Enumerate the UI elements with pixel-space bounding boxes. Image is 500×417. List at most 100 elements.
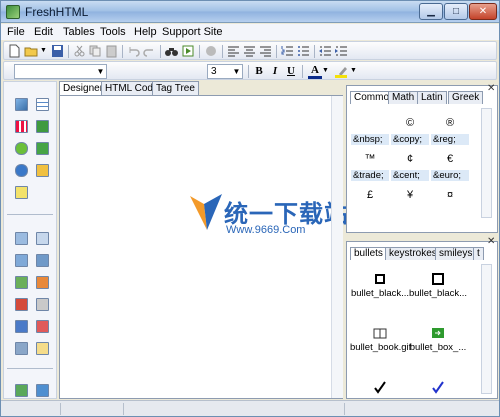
image-item[interactable]: bullet_box_... (408, 326, 468, 353)
form-textarea-icon[interactable] (36, 232, 49, 245)
save-icon[interactable] (50, 44, 65, 58)
form-listbox-icon[interactable] (36, 254, 49, 267)
insert-media-icon[interactable] (36, 384, 49, 397)
insert-image-icon[interactable] (15, 98, 28, 111)
insert-anchor-icon[interactable] (36, 142, 49, 155)
form-file-icon[interactable] (15, 342, 28, 355)
image-item[interactable]: bullet_black... (408, 272, 468, 299)
preview-icon[interactable] (181, 44, 196, 58)
paste-icon[interactable] (104, 44, 119, 58)
entity-cell[interactable]: &nbsp; (351, 112, 389, 145)
form-textbox-icon[interactable] (15, 232, 28, 245)
entity-cell[interactable]: ¤ (431, 184, 469, 206)
insert-table-icon[interactable] (36, 98, 49, 111)
menu-file[interactable]: File (7, 26, 25, 38)
close-panel-icon[interactable]: ✕ (487, 236, 495, 247)
title-bar[interactable]: FreshHTML ▁ □ ✕ (1, 1, 499, 23)
outdent-icon[interactable] (318, 44, 333, 58)
align-center-icon[interactable] (242, 44, 257, 58)
bullet-black-square-icon (373, 272, 387, 286)
entity-cell[interactable]: £ (351, 184, 389, 206)
image-item-label: bullet_book.gif (350, 342, 412, 353)
tab-greek[interactable]: Greek (448, 91, 484, 104)
entity-cell[interactable]: © &copy; (391, 112, 429, 145)
align-right-icon[interactable] (258, 44, 273, 58)
menu-edit[interactable]: Edit (34, 26, 53, 38)
menu-support-site[interactable]: Support Site (162, 26, 223, 38)
bullet-list-icon[interactable] (296, 44, 311, 58)
underline-icon[interactable]: U (284, 64, 298, 78)
find-icon[interactable] (164, 44, 179, 58)
insert-flash-icon[interactable] (15, 384, 28, 397)
tab-bullets[interactable]: bullets (350, 247, 387, 260)
form-hidden-icon[interactable] (36, 298, 49, 311)
entity-cell[interactable]: ™ &trade; (351, 148, 389, 181)
insert-link-icon[interactable] (15, 142, 28, 155)
form-image-button-icon[interactable] (15, 320, 28, 333)
menu-help[interactable]: Help (134, 26, 157, 38)
entity-cell[interactable]: ¥ (391, 184, 429, 206)
form-button-icon[interactable] (15, 298, 28, 311)
spellcheck-icon[interactable] (204, 44, 219, 58)
image-item[interactable] (350, 380, 410, 396)
minimize-button[interactable]: ▁ (419, 3, 443, 20)
status-bar (1, 400, 499, 416)
copy-icon[interactable] (88, 44, 103, 58)
numbered-list-icon[interactable] (280, 44, 295, 58)
indent-icon[interactable] (334, 44, 349, 58)
tab-smileys[interactable]: smileys (435, 247, 477, 260)
form-checkbox-icon[interactable] (15, 276, 28, 289)
bold-icon[interactable]: B (252, 64, 266, 78)
menu-tools[interactable]: Tools (100, 26, 126, 38)
panel-separator (7, 214, 53, 215)
open-dropdown-icon[interactable]: ▼ (40, 44, 48, 58)
insert-comment-icon[interactable] (36, 164, 49, 177)
toolbar-separator (160, 45, 161, 58)
cut-icon[interactable] (72, 44, 87, 58)
images-scrollbar[interactable] (481, 264, 492, 394)
undo-icon[interactable] (126, 44, 141, 58)
toolbar-separator (199, 45, 200, 58)
tab-designer[interactable]: Designer (59, 81, 108, 96)
close-panel-icon[interactable]: ✕ (487, 83, 495, 94)
entity-cell[interactable]: € &euro; (431, 148, 469, 181)
align-left-icon[interactable] (226, 44, 241, 58)
tab-tag-tree[interactable]: Tag Tree (152, 81, 199, 95)
menu-tables[interactable]: Tables (63, 26, 95, 38)
entities-scrollbar[interactable] (481, 108, 492, 218)
new-document-icon[interactable] (7, 44, 22, 58)
highlight-dropdown-icon[interactable]: ▼ (350, 64, 358, 78)
insert-script-icon[interactable] (15, 186, 28, 199)
menu-bar: File Edit Tables Tools Help Support Site (1, 24, 499, 40)
entity-cell[interactable]: ¢ &cent; (391, 148, 429, 181)
insert-rule-icon[interactable] (15, 120, 28, 133)
font-color-dropdown-icon[interactable]: ▼ (322, 64, 330, 78)
entity-cell[interactable]: ® &reg; (431, 112, 469, 145)
font-family-select[interactable]: ▼ (14, 64, 107, 79)
open-folder-icon[interactable] (24, 44, 39, 58)
form-radio-icon[interactable] (36, 276, 49, 289)
insert-marquee-icon[interactable] (15, 164, 28, 177)
close-button[interactable]: ✕ (469, 3, 497, 20)
toolbar-separator (122, 45, 123, 58)
tab-math[interactable]: Math (388, 91, 419, 104)
tab-latin[interactable]: Latin (417, 91, 447, 104)
maximize-button[interactable]: □ (444, 3, 468, 20)
insert-form-icon[interactable] (36, 120, 49, 133)
tab-keystrokes[interactable]: keystrokes (385, 247, 441, 260)
editor-scrollbar[interactable] (331, 96, 343, 398)
form-label-icon[interactable] (36, 342, 49, 355)
italic-icon[interactable]: I (268, 64, 282, 78)
form-reset-icon[interactable] (36, 320, 49, 333)
image-item-label: bullet_box_... (409, 342, 467, 353)
image-item[interactable]: bullet_book.gif (350, 326, 412, 353)
redo-icon[interactable] (142, 44, 157, 58)
form-select-icon[interactable] (15, 254, 28, 267)
image-item[interactable]: bullet_black... (350, 272, 410, 299)
tab-more[interactable]: t (473, 247, 484, 260)
highlight-icon[interactable] (334, 64, 349, 78)
font-color-icon[interactable]: A (308, 64, 322, 79)
image-item[interactable] (408, 380, 468, 396)
font-size-select[interactable]: 3 ▼ (207, 64, 243, 79)
design-editor[interactable]: 统一下载站 Www.9669.Com (59, 95, 348, 399)
